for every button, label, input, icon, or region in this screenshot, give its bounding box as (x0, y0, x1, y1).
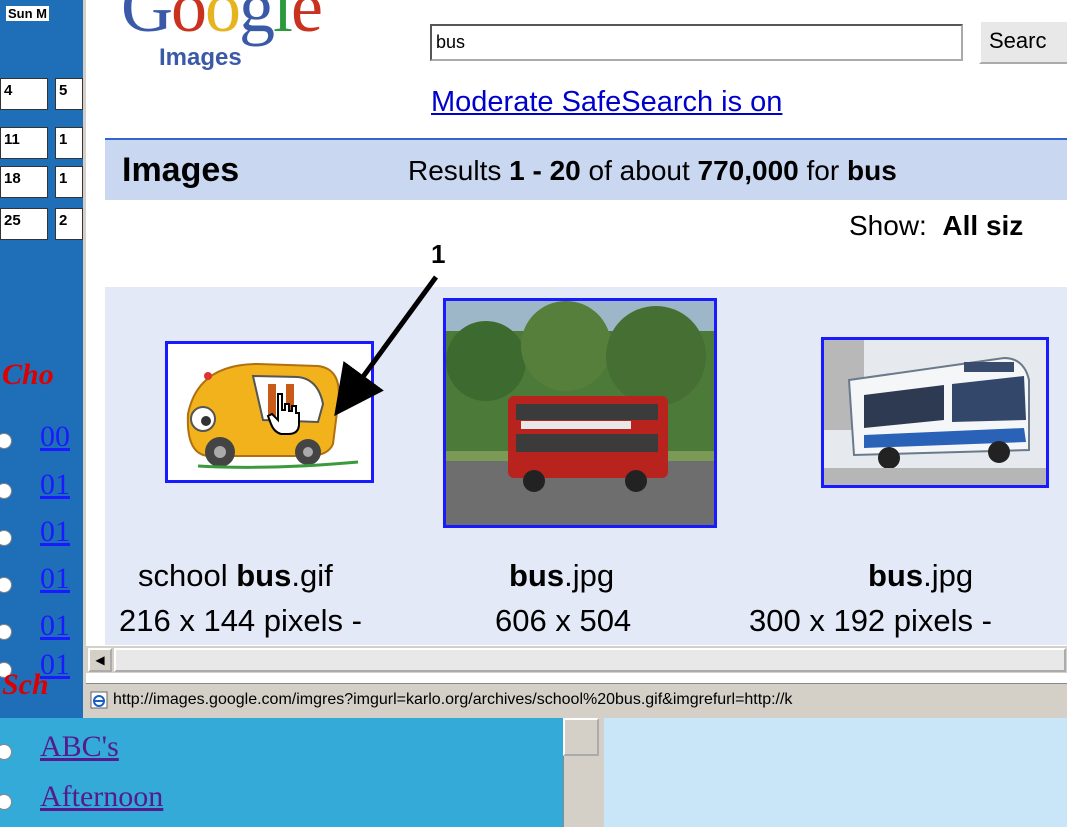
calendar-row: 18 1 (0, 166, 83, 198)
result-thumbnail-city-bus[interactable] (821, 337, 1049, 488)
horizontal-scrollbar[interactable]: ◀ (86, 645, 1067, 673)
section-label-cho: Cho (2, 358, 54, 391)
numbered-link[interactable]: 01 (40, 609, 70, 643)
calendar-row: 11 1 (0, 127, 83, 159)
calendar-header: Sun M (6, 6, 49, 21)
calendar-day[interactable]: 1 (55, 166, 83, 198)
results-range: 1 - 20 (509, 155, 581, 186)
radio-button[interactable] (0, 794, 12, 810)
numbered-link[interactable]: 01 (40, 562, 70, 596)
section-label-sch: Sch (2, 668, 49, 701)
filename-prefix: school (138, 558, 237, 593)
background-scrollbar-thumb[interactable] (563, 718, 599, 756)
result-dimensions: 606 x 504 (495, 603, 632, 638)
background-content-panel (604, 718, 1067, 827)
results-count: 770,000 (697, 155, 799, 186)
results-for: for (798, 155, 847, 186)
radio-button[interactable] (0, 577, 12, 593)
calendar-row: 25 2 (0, 208, 83, 240)
results-query: bus (846, 155, 897, 186)
radio-button[interactable] (0, 624, 12, 640)
hand-cursor-icon (266, 393, 300, 435)
calendar-day[interactable]: 18 (0, 166, 48, 198)
radio-button[interactable] (0, 744, 12, 760)
show-size-filter: Show: All siz (849, 210, 1023, 242)
filename-ext: .gif (291, 558, 333, 593)
calendar-day[interactable]: 25 (0, 208, 48, 240)
filename-query: bus (236, 558, 292, 593)
safesearch-link[interactable]: Moderate SafeSearch is on (431, 86, 782, 119)
radio-button[interactable] (0, 433, 12, 449)
status-url: http://images.google.com/imgres?imgurl=k… (113, 691, 793, 708)
ie-page-icon (90, 691, 108, 709)
result-filename[interactable]: bus.jpg (509, 558, 614, 594)
filename-query: bus (509, 558, 565, 593)
radio-button[interactable] (0, 530, 12, 546)
calendar-day[interactable]: 5 (55, 78, 83, 110)
left-arrow-icon[interactable]: ◀ (88, 648, 112, 672)
show-label: Show: (849, 210, 927, 241)
background-page-sidebar: Sun M 4 5 11 1 18 1 25 2 Cho 00 01 01 01… (0, 0, 83, 827)
result-dimensions: 300 x 192 pixels - (749, 603, 992, 638)
red-double-decker-bus-photo (446, 301, 714, 525)
results-prefix: Results (408, 155, 510, 186)
show-size-link[interactable]: All siz (942, 210, 1023, 241)
radio-button[interactable] (0, 483, 12, 499)
numbered-link[interactable]: 01 (40, 515, 70, 549)
results-heading: Images (122, 151, 240, 189)
search-input[interactable] (430, 24, 963, 61)
scrollbar-thumb[interactable] (114, 648, 1066, 672)
numbered-link[interactable]: 01 (40, 468, 70, 502)
numbered-link[interactable]: 00 (40, 420, 70, 454)
filename-ext: .jpg (564, 558, 615, 593)
annotation-number: 1 (431, 239, 446, 269)
calendar-day[interactable]: 11 (0, 127, 48, 159)
filename-query: bus (868, 558, 924, 593)
logo-subtitle: Images (159, 44, 242, 71)
result-dimensions: 216 x 144 pixels - (119, 603, 362, 638)
calendar-day[interactable]: 2 (55, 208, 83, 240)
results-summary: Results 1 - 20 of about 770,000 for bus (408, 155, 897, 187)
popup-left-margin (86, 0, 105, 645)
calendar-row: 4 5 (0, 78, 83, 110)
schedule-link-afternoon[interactable]: Afternoon (40, 780, 163, 814)
results-middle: of about (580, 155, 698, 186)
result-filename[interactable]: bus.jpg (868, 558, 973, 594)
calendar-day[interactable]: 4 (0, 78, 48, 110)
status-bar: http://images.google.com/imgres?imgurl=k… (86, 683, 1067, 718)
city-bus-photo (824, 340, 1046, 485)
search-button[interactable]: Searc (979, 20, 1067, 64)
result-filename[interactable]: school bus.gif (138, 558, 333, 594)
popup-browser-window: Google Images Searc Moderate SafeSearch … (83, 0, 1067, 718)
result-thumbnail-red-bus[interactable] (443, 298, 717, 528)
calendar-day[interactable]: 1 (55, 127, 83, 159)
filename-ext: .jpg (923, 558, 974, 593)
schedule-link-abcs[interactable]: ABC's (40, 730, 119, 764)
